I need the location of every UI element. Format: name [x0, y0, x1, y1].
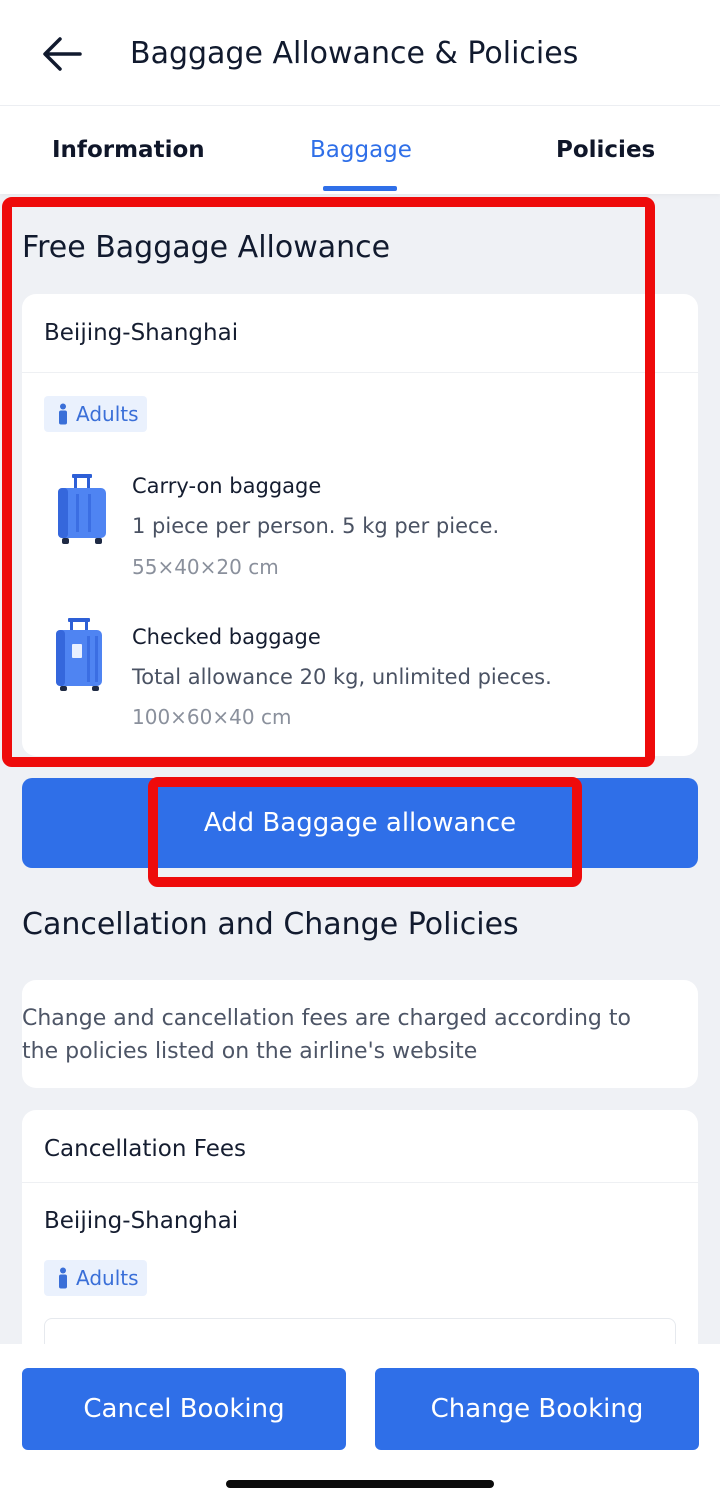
- change-booking-button[interactable]: Change Booking: [375, 1368, 699, 1450]
- carry-on-title: Carry-on baggage: [132, 474, 322, 498]
- fees-route-label: Beijing-Shanghai: [44, 1208, 239, 1234]
- top-app-bar: Baggage Allowance & Policies: [0, 0, 720, 106]
- policies-section-title: Cancellation and Change Policies: [22, 907, 519, 942]
- baggage-card: Beijing-Shanghai Adults Carry-on baggage…: [22, 294, 698, 756]
- carry-on-dimensions: 55×40×20 cm: [132, 555, 279, 579]
- add-baggage-label: Add Baggage allowance: [203, 808, 517, 838]
- tab-bar: Information Baggage Policies: [0, 106, 720, 194]
- person-icon: [59, 403, 67, 425]
- person-icon: [59, 1267, 67, 1289]
- checked-dimensions: 100×60×40 cm: [132, 705, 292, 729]
- divider: [22, 372, 698, 373]
- fees-passenger-type-badge: Adults: [44, 1260, 147, 1296]
- route-label: Beijing-Shanghai: [44, 320, 239, 346]
- policy-note: Change and cancellation fees are charged…: [22, 1006, 631, 1064]
- checked-suitcase-icon: [56, 618, 102, 691]
- carry-on-description: 1 piece per person. 5 kg per piece.: [132, 514, 500, 538]
- home-indicator: [226, 1480, 494, 1488]
- tab-baggage[interactable]: Baggage: [310, 134, 412, 166]
- active-tab-indicator: [323, 186, 397, 191]
- page-title: Baggage Allowance & Policies: [130, 36, 579, 71]
- checked-description: Total allowance 20 kg, unlimited pieces.: [132, 665, 552, 689]
- cancellation-fees-title: Cancellation Fees: [44, 1136, 247, 1162]
- back-button[interactable]: [40, 34, 84, 74]
- fees-passenger-type-label: Adults: [76, 1266, 139, 1290]
- add-baggage-button[interactable]: Add Baggage allowance: [22, 778, 698, 868]
- tab-information[interactable]: Information: [52, 134, 205, 166]
- bottom-action-bar: Cancel Booking Change Booking: [0, 1344, 720, 1501]
- arrow-left-icon: [43, 37, 82, 71]
- tab-policies[interactable]: Policies: [556, 134, 655, 166]
- baggage-section-title: Free Baggage Allowance: [22, 230, 391, 265]
- divider: [22, 1182, 698, 1183]
- passenger-type-badge: Adults: [44, 396, 147, 432]
- passenger-type-label: Adults: [76, 402, 139, 426]
- carry-on-suitcase-icon: [58, 474, 106, 544]
- checked-title: Checked baggage: [132, 625, 321, 649]
- cancel-booking-button[interactable]: Cancel Booking: [22, 1368, 346, 1450]
